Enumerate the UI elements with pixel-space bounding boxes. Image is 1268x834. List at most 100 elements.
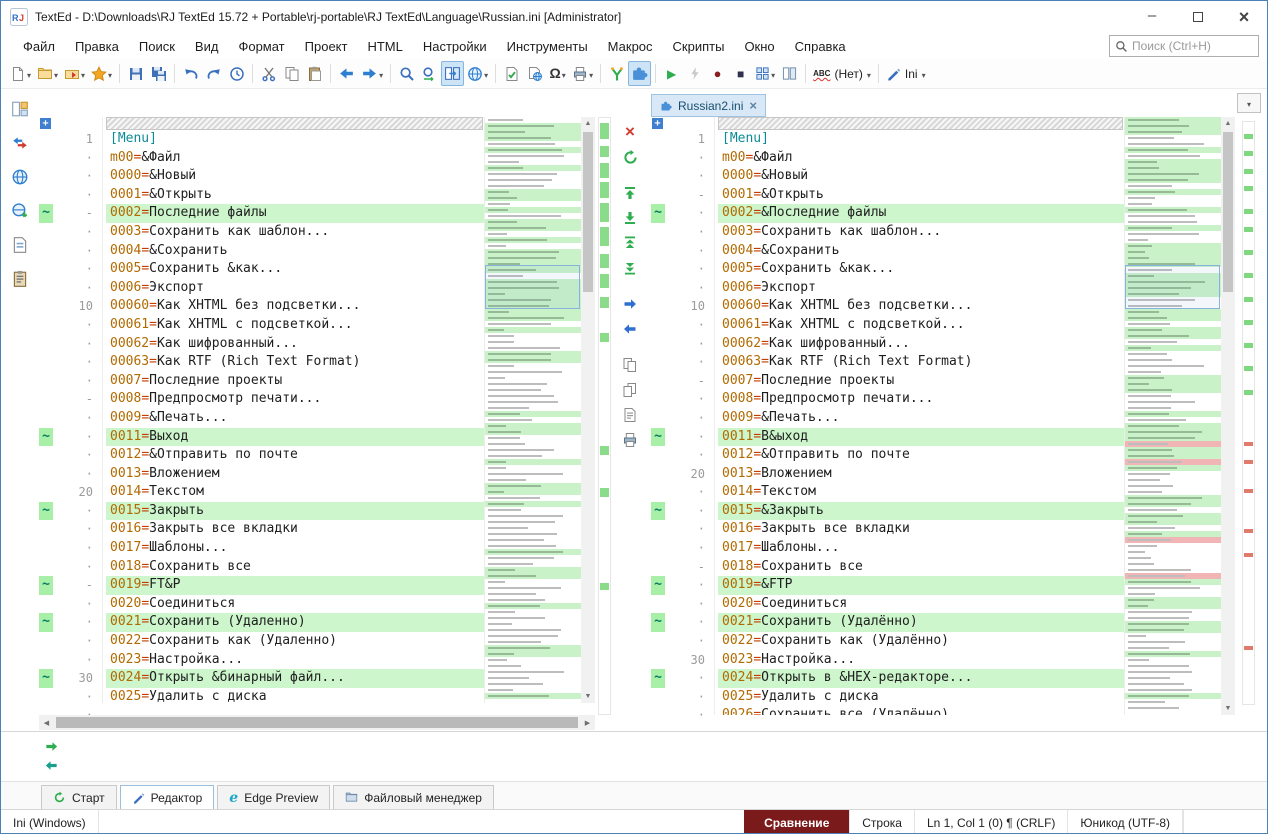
search-input[interactable] <box>1132 39 1253 53</box>
tab-close-icon[interactable] <box>749 98 757 113</box>
minimap-viewport[interactable] <box>485 265 580 309</box>
navigate-forward-button[interactable] <box>358 61 386 86</box>
maximize-button[interactable] <box>1175 1 1221 33</box>
diff-overview-strip[interactable] <box>598 117 611 715</box>
code-line[interactable]: 0025=Удалить с диска <box>718 688 1124 707</box>
minimize-button[interactable] <box>1129 1 1175 33</box>
workspace-panel-button[interactable] <box>6 95 34 123</box>
code-line[interactable]: [Menu] <box>718 130 1124 149</box>
code-line[interactable]: 00062=Как шифрованный... <box>718 335 1124 354</box>
code-line[interactable]: 0014=Текстом <box>718 483 1124 502</box>
print-button[interactable] <box>569 61 596 86</box>
horizontal-scrollbar[interactable] <box>39 715 595 730</box>
new-file-button[interactable] <box>7 61 34 86</box>
code-line[interactable]: m00=&Файл <box>106 149 484 168</box>
scrollbar-thumb[interactable] <box>583 132 593 292</box>
code-line[interactable]: [Menu] <box>106 130 484 149</box>
next-difference-button[interactable] <box>617 206 643 230</box>
document-marker-bar[interactable] <box>1242 121 1255 705</box>
code-line[interactable]: 0011=Выход <box>106 428 484 447</box>
replace-button[interactable] <box>418 61 441 86</box>
left-minimap[interactable] <box>484 117 581 703</box>
close-button[interactable] <box>1221 1 1267 33</box>
right-vertical-scrollbar[interactable] <box>1221 117 1235 715</box>
code-line[interactable]: 0001=&Открыть <box>718 186 1124 205</box>
run-script-button[interactable] <box>660 61 683 86</box>
split-view-button[interactable] <box>778 61 801 86</box>
refresh-compare-button[interactable] <box>617 145 643 169</box>
tab-start[interactable]: Старт <box>41 785 117 809</box>
validate-html-button[interactable] <box>500 61 523 86</box>
copy-to-left-button[interactable] <box>617 317 643 341</box>
web-panel-button[interactable] <box>6 163 34 191</box>
web-browser-button[interactable] <box>464 61 491 86</box>
code-line[interactable]: 0012=&Отправить по почте <box>106 446 484 465</box>
open-remote-button[interactable] <box>61 61 88 86</box>
compare-unit-status[interactable]: Строка <box>850 810 915 834</box>
stop-macro-button[interactable] <box>729 61 752 86</box>
right-minimap[interactable] <box>1124 117 1221 715</box>
code-line[interactable]: 0018=Сохранить все <box>106 558 484 577</box>
code-line[interactable]: 0003=Сохранить как шаблон... <box>718 223 1124 242</box>
code-line[interactable]: 00060=Как XHTML без подсветки... <box>718 297 1124 316</box>
code-line[interactable]: 0013=Вложением <box>106 465 484 484</box>
menu-item-8[interactable]: Инструменты <box>497 35 598 58</box>
print-compare-button[interactable] <box>617 428 643 452</box>
compare-report-button[interactable] <box>617 403 643 427</box>
menu-item-6[interactable]: HTML <box>357 35 412 58</box>
find-button[interactable] <box>395 61 418 86</box>
syntax-mode-status[interactable]: Ini (Windows) <box>1 810 99 834</box>
menu-item-7[interactable]: Настройки <box>413 35 497 58</box>
code-line[interactable]: 0016=Закрыть все вкладки <box>718 520 1124 539</box>
code-line[interactable]: 0020=Соединиться <box>106 595 484 614</box>
code-line[interactable]: 0014=Текстом <box>106 483 484 502</box>
code-line[interactable]: 0007=Последние проекты <box>718 372 1124 391</box>
code-line[interactable]: 0025=Удалить с диска <box>106 688 484 703</box>
code-line[interactable]: 0017=Шаблоны... <box>718 539 1124 558</box>
document-panel-button[interactable] <box>6 231 34 259</box>
code-line[interactable]: 0024=Открыть в &HEX-редакторе... <box>718 669 1124 688</box>
menu-item-11[interactable]: Окно <box>734 35 784 58</box>
code-line[interactable]: 0021=Сохранить (Удалённо) <box>718 613 1124 632</box>
browser-preview-button[interactable] <box>523 61 546 86</box>
code-line[interactable]: 00063=Как RTF (Rich Text Format) <box>718 353 1124 372</box>
scrollbar-thumb[interactable] <box>1223 132 1233 292</box>
code-line[interactable]: 0017=Шаблоны... <box>106 539 484 558</box>
right-code-area[interactable]: [Menu]m00=&Файл0000=&Новый0001=&Открыть0… <box>715 117 1124 715</box>
menu-item-1[interactable]: Правка <box>65 35 129 58</box>
code-line[interactable]: 0023=Настройка... <box>106 651 484 670</box>
menu-item-2[interactable]: Поиск <box>129 35 185 58</box>
code-line[interactable]: 0001=&Открыть <box>106 186 484 205</box>
code-line[interactable]: 0013=Вложением <box>718 465 1124 484</box>
undo-button[interactable] <box>179 61 202 86</box>
menu-item-10[interactable]: Скрипты <box>663 35 735 58</box>
goto-previous-change-button[interactable] <box>41 756 61 774</box>
code-line[interactable]: 0024=Открыть &бинарный файл... <box>106 669 484 688</box>
download-panel-button[interactable] <box>6 197 34 225</box>
code-line[interactable]: 0006=Экспорт <box>106 279 484 298</box>
code-line[interactable]: 0019=FT&P <box>106 576 484 595</box>
scroll-right-icon[interactable] <box>580 715 595 730</box>
scrollbar-thumb[interactable] <box>56 717 578 728</box>
code-line[interactable]: 0009=&Печать... <box>106 409 484 428</box>
code-line[interactable]: 00061=Как XHTML с подсветкой... <box>106 316 484 335</box>
history-button[interactable] <box>225 61 248 86</box>
plugins-button[interactable] <box>628 61 651 86</box>
macro-list-button[interactable] <box>752 61 778 86</box>
code-line[interactable]: 0003=Сохранить как шаблон... <box>106 223 484 242</box>
scroll-up-icon[interactable] <box>581 117 595 130</box>
menu-item-5[interactable]: Проект <box>295 35 358 58</box>
copy-button[interactable] <box>280 61 303 86</box>
left-vertical-scrollbar[interactable] <box>581 117 595 703</box>
fold-expand-icon[interactable]: + <box>652 118 663 129</box>
code-line[interactable]: 0018=Сохранить все <box>718 558 1124 577</box>
code-line[interactable]: 0015=&Закрыть <box>718 502 1124 521</box>
code-line[interactable]: 0002=Последние файлы <box>106 204 484 223</box>
code-line[interactable]: 0004=&Сохранить <box>718 242 1124 261</box>
tab-russian2-ini[interactable]: Russian2.ini <box>651 94 766 117</box>
open-file-button[interactable] <box>34 61 61 86</box>
left-code-area[interactable]: [Menu]m00=&Файл0000=&Новый0001=&Открыть0… <box>103 117 484 703</box>
spell-check-button[interactable]: ABC(Нет) <box>810 61 874 86</box>
copy-to-right-button[interactable] <box>617 292 643 316</box>
last-difference-button[interactable] <box>617 256 643 280</box>
